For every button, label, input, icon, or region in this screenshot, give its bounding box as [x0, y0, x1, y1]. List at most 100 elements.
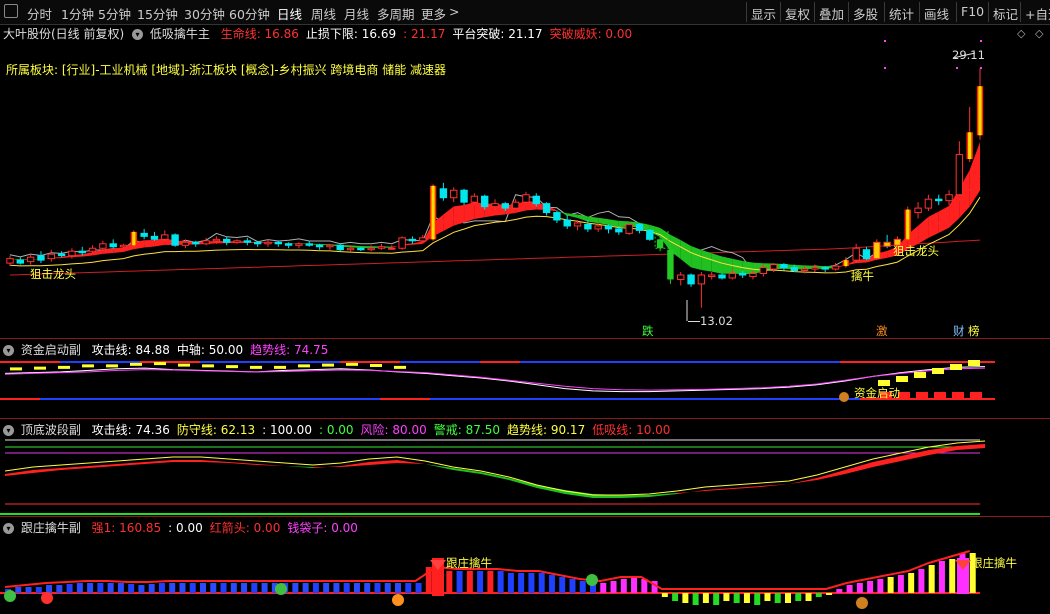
candle-body	[501, 203, 510, 209]
trend-ribbon-segment	[443, 206, 454, 232]
p2-volume-bar	[916, 392, 928, 399]
candle-body	[109, 243, 117, 248]
p4-bar	[702, 593, 709, 603]
candle-body	[873, 241, 881, 260]
fund-start-label: 资金启动	[854, 386, 900, 400]
sniper-dragon-label-right: 狙击龙头	[893, 244, 939, 258]
p4-bar	[856, 583, 863, 593]
candle-body	[708, 274, 716, 277]
candle-body	[769, 264, 778, 270]
p4-bar	[148, 584, 155, 593]
signal-dot	[980, 67, 982, 69]
p4-bar	[518, 573, 525, 593]
p4-bar	[374, 583, 381, 593]
candle-body	[305, 243, 313, 246]
p4-bar	[87, 583, 94, 593]
candle-body	[780, 264, 788, 269]
candle-body	[171, 234, 179, 246]
p3-ribbon-segment	[845, 462, 873, 474]
p2-volume-bar	[970, 392, 982, 399]
candle-body	[253, 241, 262, 245]
signal-dot	[980, 40, 982, 42]
p4-bar	[128, 584, 135, 593]
p4-bar	[713, 593, 720, 605]
candle-body	[274, 241, 282, 245]
candle-body	[264, 241, 272, 245]
candle-body	[749, 273, 757, 277]
candle-body	[192, 241, 200, 245]
p4-bar	[846, 585, 853, 593]
p4-bar	[610, 581, 617, 593]
money-bag-icon	[839, 392, 849, 402]
p4-bar	[97, 583, 104, 593]
p2-signal-bar	[226, 365, 238, 369]
p4-bar	[35, 587, 42, 593]
low-price-label: 13.02	[700, 314, 733, 328]
trend-ribbon-segment	[691, 245, 702, 270]
candle-body	[615, 228, 623, 233]
p3-ribbon-segment	[173, 460, 201, 462]
p3-ribbon-segment	[285, 466, 313, 468]
p2-volume-bar	[952, 392, 964, 399]
candle-body	[667, 249, 674, 280]
p4-bar	[754, 593, 761, 605]
candle-body	[687, 274, 695, 285]
p2-signal-bar	[932, 368, 944, 374]
p4-bar	[569, 579, 576, 593]
badge-icon	[4, 590, 16, 602]
p4-bar	[466, 571, 473, 593]
p4-bar	[46, 585, 53, 593]
p4-bar	[682, 593, 689, 603]
candle-body	[677, 274, 685, 280]
candle-body	[26, 256, 35, 263]
trend-ribbon-segment	[350, 245, 361, 249]
badge-icon	[586, 574, 598, 586]
p4-bar	[384, 583, 391, 593]
signal-dot	[956, 67, 958, 69]
p4-bar	[230, 583, 237, 593]
p2-signal-bar	[82, 364, 94, 368]
badge-icon	[392, 594, 404, 606]
p4-bar	[25, 587, 32, 593]
p3-ribbon-segment	[761, 484, 789, 487]
p3-ribbon-segment	[229, 462, 257, 465]
candle-body	[759, 267, 767, 275]
candle-body	[862, 249, 871, 260]
p4-bar	[66, 584, 73, 593]
p4-bar	[405, 583, 412, 593]
p2-signal-bar	[130, 362, 142, 366]
candle-body	[821, 267, 829, 270]
p4-bar	[785, 593, 791, 603]
p4-bar	[764, 593, 771, 601]
signal-dot	[884, 40, 886, 42]
p2-volume-bar	[934, 392, 946, 399]
p4-bar	[507, 573, 514, 593]
p4-bar	[302, 583, 309, 593]
p4-bar	[477, 571, 484, 593]
candle-body	[718, 274, 726, 279]
candle-body	[955, 154, 964, 196]
p3-ribbon-segment	[369, 460, 397, 465]
kline-chart-canvas[interactable]	[0, 0, 1050, 614]
p2-signal-bar	[106, 364, 118, 368]
trend-ribbon-segment	[587, 216, 599, 224]
candle-body	[553, 212, 561, 221]
p4-bar	[138, 585, 145, 593]
p4-bar	[15, 587, 22, 593]
p4-bar	[292, 583, 299, 593]
mark-cai: 财	[953, 324, 965, 338]
candle-body	[790, 267, 798, 272]
p4-bar	[169, 583, 176, 593]
candle-body	[563, 219, 571, 227]
p4-bar	[620, 579, 627, 593]
p4-bar	[867, 581, 874, 593]
p2-signal-bar	[896, 376, 908, 382]
p4-bar	[815, 593, 822, 597]
trend-ribbon-segment	[701, 249, 712, 272]
p4-bar	[364, 583, 371, 593]
candle-body	[532, 195, 540, 205]
candle-body	[470, 195, 479, 203]
p4-bar	[887, 577, 894, 593]
p4-bar	[323, 583, 330, 593]
candle-body	[346, 247, 355, 251]
